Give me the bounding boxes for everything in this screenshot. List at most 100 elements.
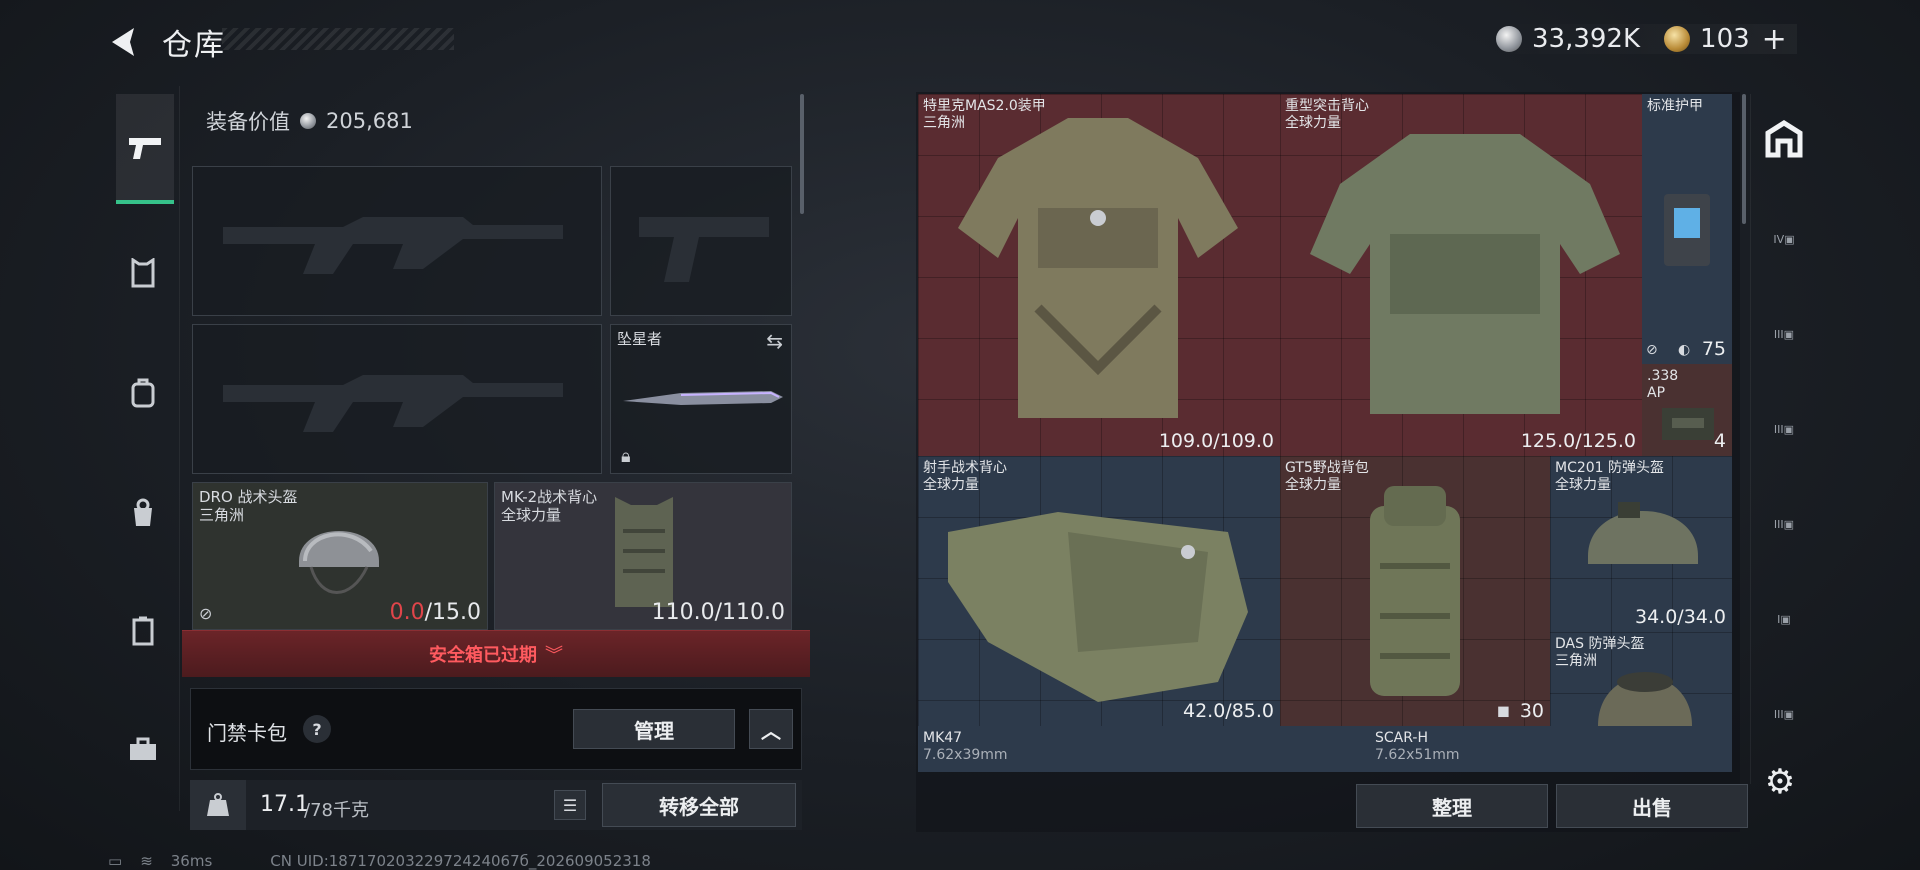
title-decoration: [222, 28, 454, 50]
help-icon[interactable]: ?: [303, 715, 331, 743]
equipment-value: 装备价值 205,681: [206, 106, 413, 136]
user-uid: CN UID:18717020322972424067б_20260905231…: [270, 852, 651, 870]
filter-tier-icon[interactable]: I ▣: [1759, 594, 1809, 644]
filter-tier-icon[interactable]: III ▣: [1759, 499, 1809, 549]
rail-backpack[interactable]: [116, 366, 170, 420]
sell-button[interactable]: 出售: [1556, 784, 1748, 828]
safe-box-expired-banner[interactable]: 安全箱已过期 ︾: [182, 630, 810, 677]
helmet-slot[interactable]: DRO 战术头盔 三角洲 ⊘ 0.0/15.0: [192, 482, 488, 630]
filter-tier-icon[interactable]: III ▣: [1759, 404, 1809, 454]
filter-tier-icon[interactable]: III ▣: [1759, 689, 1809, 739]
stash-panel: 特里克MAS2.0装甲 三角洲 109.0/109.0 重型突击背心 全球力量 12…: [916, 92, 1748, 832]
stash-item[interactable]: 标准护甲 ⊘ ◐ 75: [1642, 94, 1732, 364]
item-name: .338: [1647, 368, 1679, 384]
item-name: GT5野战背包: [1285, 460, 1369, 476]
rail-armor[interactable]: [116, 246, 170, 300]
melee-slot[interactable]: 坠星者 ⇆ 🔒︎: [610, 324, 792, 474]
chevron-down-icon: ︾: [545, 645, 563, 666]
backpack-icon: [1370, 486, 1460, 696]
helmet-icon: [1588, 502, 1698, 564]
rail-case[interactable]: [116, 604, 170, 658]
toolbox-icon: [130, 737, 156, 760]
vest-slot[interactable]: MK-2战术背心 全球力量 110.0/110.0: [494, 482, 792, 630]
add-gold-button[interactable]: +: [1762, 22, 1787, 57]
no-repair-icon: ⊘: [199, 604, 213, 623]
filter-tier-icon[interactable]: IV ▣: [1759, 214, 1809, 264]
helmet-durability-max: /15.0: [424, 600, 481, 625]
ammo-box-icon: [1662, 408, 1714, 440]
rail-weapons[interactable]: [116, 94, 174, 204]
stash-filter-rail: IV ▣ III ▣ III ▣ III ▣ I ▣ III ▣: [1750, 94, 1814, 784]
filter-tier-label: I: [1777, 612, 1781, 626]
stash-item[interactable]: SCAR-H 7.62x51mm: [1370, 726, 1732, 772]
armor-plate-icon: [1664, 194, 1710, 266]
settings-gear-icon[interactable]: ⚙: [1762, 764, 1798, 800]
item-name: 标准护甲: [1647, 98, 1703, 114]
keycard-bag-panel: 门禁卡包 ? 管理 ︿: [190, 688, 802, 770]
primary-weapon-slot[interactable]: [192, 166, 602, 316]
filter-tier-label: III: [1773, 707, 1784, 721]
loadout-scrollbar[interactable]: [800, 94, 804, 214]
stash-item[interactable]: .338 AP 4: [1642, 364, 1732, 456]
item-durability: 34.0/34.0: [1634, 606, 1726, 628]
status-bar: ▭ ≋ 36ms CN UID:18717020322972424067б_20…: [108, 852, 651, 870]
armor-vest-icon: [131, 258, 155, 288]
melee-name: 坠星者: [617, 330, 663, 348]
ping-value: 36ms: [170, 852, 213, 870]
vest-brand: 全球力量: [501, 506, 562, 524]
back-arrow-icon[interactable]: [104, 22, 144, 62]
item-name: 重型突击背心: [1285, 98, 1369, 114]
filter-all-icon[interactable]: [1759, 114, 1809, 164]
item-brand: AP: [1647, 385, 1666, 401]
stash-item[interactable]: DAS 防弹头盔 三角洲: [1550, 632, 1732, 726]
vest-label: MK-2战术背心 全球力量: [501, 488, 597, 524]
stash-item[interactable]: GT5野战背包 全球力量 ◼ 30: [1280, 456, 1550, 726]
rail-toolbox[interactable]: [116, 722, 170, 776]
vest-durability: 110.0/110.0: [651, 600, 785, 625]
swap-icon[interactable]: ⇆: [766, 329, 783, 353]
helmet-icon: [1598, 672, 1692, 726]
stash-item[interactable]: MC201 防弹头盔 全球力量 34.0/34.0: [1550, 456, 1732, 632]
weight-max: /78千克: [304, 800, 369, 821]
helmet-name: DRO 战术头盔: [199, 488, 298, 506]
item-armor-value: 75: [1701, 338, 1726, 360]
stash-item[interactable]: 重型突击背心 全球力量 125.0/125.0: [1280, 94, 1642, 456]
list-icon[interactable]: ☰: [554, 790, 586, 820]
stash-item[interactable]: 射手战术背心 全球力量 42.0/85.0: [918, 456, 1280, 726]
knife-icon: [623, 391, 783, 405]
helmet-icon: [299, 531, 379, 594]
transfer-all-button[interactable]: 转移全部: [602, 783, 796, 827]
manage-button[interactable]: 管理: [573, 709, 735, 749]
sidearm-slot[interactable]: [610, 166, 792, 316]
gold-coin-icon: [1664, 26, 1691, 52]
item-name: MC201 防弹头盔: [1555, 460, 1665, 476]
safe-box-status: 安全箱已过期: [429, 645, 537, 666]
helmet-durability-current: 0.0: [389, 600, 425, 625]
secondary-weapon-slot[interactable]: [192, 324, 602, 474]
silver-amount: 33,392K: [1532, 24, 1641, 54]
item-name: SCAR-H: [1375, 730, 1428, 746]
filter-tier-icon[interactable]: III ▣: [1759, 309, 1809, 359]
item-brand: 全球力量: [923, 477, 979, 493]
item-brand: 全球力量: [1285, 477, 1341, 493]
currency-bar: 33,392K 103 +: [1486, 22, 1797, 57]
silver-coin-icon: [300, 113, 316, 129]
stash-item[interactable]: MK47 7.62x39mm: [918, 726, 1370, 772]
keycard-label: 门禁卡包: [207, 721, 287, 745]
item-brand: 7.62x51mm: [1375, 747, 1460, 763]
stash-item[interactable]: 特里克MAS2.0装甲 三角洲 109.0/109.0: [918, 94, 1280, 456]
bag-icon: [134, 498, 152, 526]
chevron-up-icon: ︿: [761, 718, 781, 743]
item-name: MK47: [923, 730, 963, 746]
collapse-button[interactable]: ︿: [749, 709, 793, 749]
wifi-icon: ≋: [140, 852, 153, 870]
weight-current: 17.1: [260, 792, 309, 817]
rail-bag[interactable]: [116, 486, 170, 540]
page-title: 仓库: [162, 28, 226, 63]
sort-button[interactable]: 整理: [1356, 784, 1548, 828]
stash-scrollbar[interactable]: [1742, 94, 1746, 224]
item-brand: 7.62x39mm: [923, 747, 1008, 763]
filter-tier-label: III: [1773, 517, 1784, 531]
no-repair-icon: ⊘: [1646, 342, 1658, 358]
shield-icon: ◐: [1678, 342, 1691, 358]
